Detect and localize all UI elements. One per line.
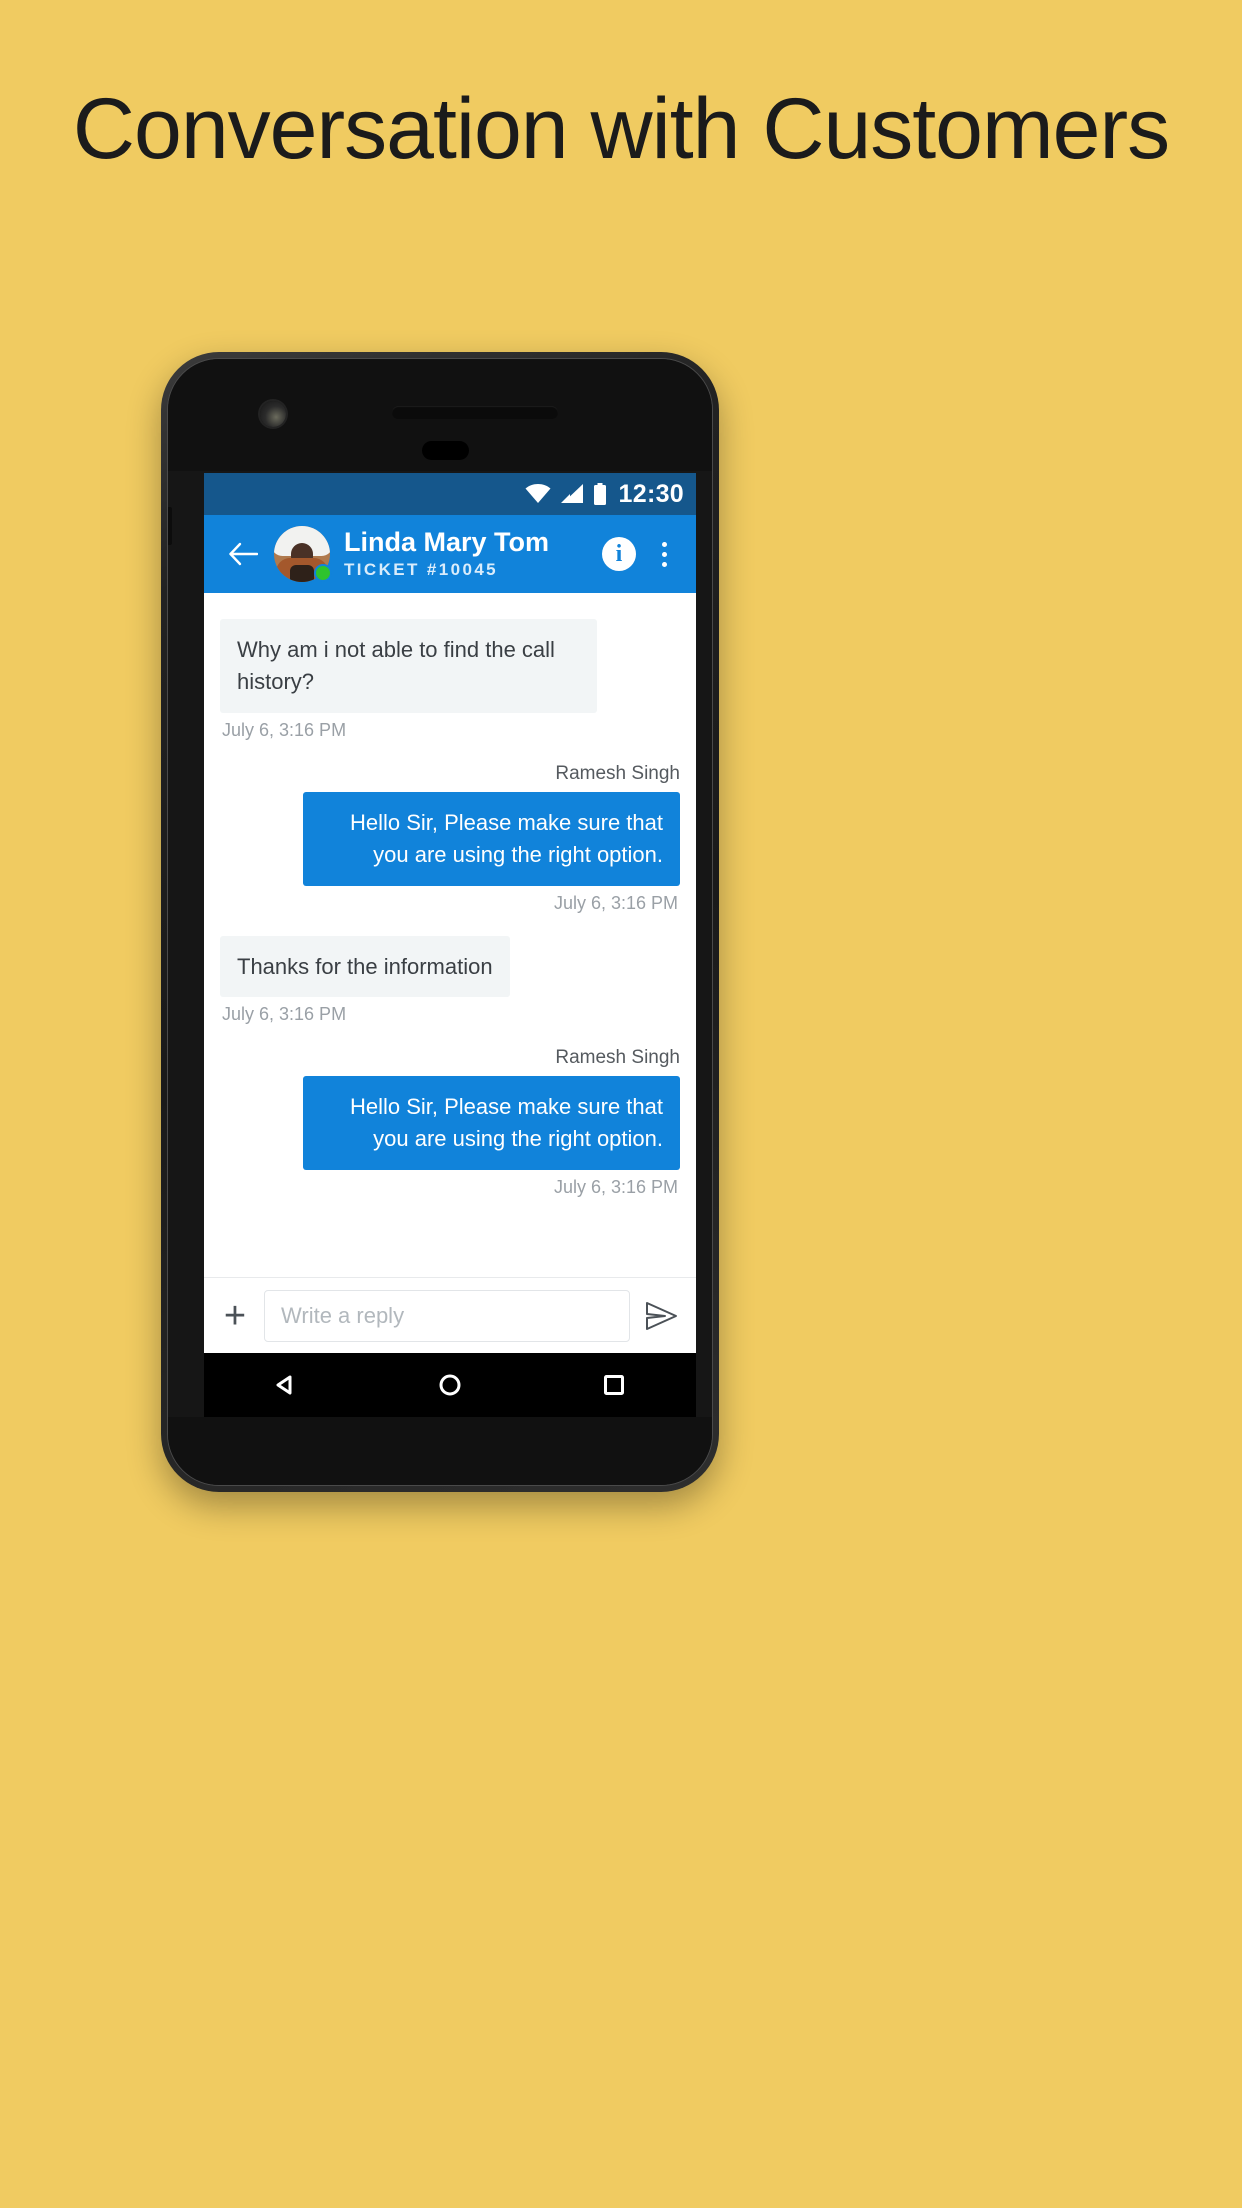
message-bubble-outgoing: Hello Sir, Please make sure that you are… <box>302 791 680 886</box>
send-icon <box>646 1301 677 1330</box>
message-timestamp: July 6, 3:16 PM <box>553 892 678 913</box>
earpiece-speaker <box>392 406 558 419</box>
wifi-icon <box>525 484 551 503</box>
message-item: Why am i not able to find the call histo… <box>220 619 680 713</box>
signal-icon <box>560 484 583 503</box>
ticket-id: TICKET #10045 <box>344 560 499 580</box>
circle-home-icon <box>439 1374 461 1396</box>
avatar-body-detail <box>290 565 314 582</box>
appbar-titles: Linda Mary Tom TICKET #10045 <box>344 526 602 581</box>
info-button[interactable]: i <box>602 537 636 571</box>
phone-top-bezel <box>168 359 712 471</box>
avatar[interactable] <box>274 526 332 582</box>
app-bar: Linda Mary Tom TICKET #10045 i <box>204 515 696 593</box>
message-align-right: Hello Sir, Please make sure that you are… <box>220 1076 680 1171</box>
message-item: Ramesh Singh Hello Sir, Please make sure… <box>220 763 680 886</box>
message-bubble-incoming: Why am i not able to find the call histo… <box>220 619 598 713</box>
android-nav-bar <box>204 1353 696 1417</box>
message-item: Thanks for the information <box>220 935 680 998</box>
phone-screen: 12:30 Linda Mary Tom TICKET #10045 i Why… <box>204 473 696 1353</box>
status-bar-time: 12:30 <box>618 479 684 508</box>
kebab-dot <box>661 561 667 567</box>
nav-recents-button[interactable] <box>599 1370 629 1400</box>
conversation-list[interactable]: Why am i not able to find the call histo… <box>204 593 696 1277</box>
send-button[interactable] <box>642 1296 682 1336</box>
kebab-dot <box>661 551 667 557</box>
nav-back-button[interactable] <box>271 1370 301 1400</box>
message-timestamp: July 6, 3:16 PM <box>222 719 347 740</box>
message-timestamp: July 6, 3:16 PM <box>222 1004 347 1025</box>
message-bubble-incoming: Thanks for the information <box>220 935 510 998</box>
status-bar: 12:30 <box>204 473 696 515</box>
contact-name: Linda Mary Tom <box>344 526 550 557</box>
battery-icon <box>593 483 606 505</box>
page-title: Conversation with Customers <box>72 81 1170 177</box>
overflow-menu-icon[interactable] <box>650 537 678 571</box>
triangle-back-icon <box>276 1375 292 1395</box>
message-composer: + <box>204 1277 696 1353</box>
message-bubble-outgoing: Hello Sir, Please make sure that you are… <box>302 1076 680 1171</box>
message-sender: Ramesh Singh <box>555 762 680 784</box>
message-align-right: Hello Sir, Please make sure that you are… <box>220 791 680 886</box>
phone-device-frame: 12:30 Linda Mary Tom TICKET #10045 i Why… <box>161 352 719 1492</box>
nav-home-button[interactable] <box>435 1370 465 1400</box>
reply-input[interactable] <box>264 1289 630 1342</box>
message-sender: Ramesh Singh <box>555 1047 680 1069</box>
back-arrow-icon <box>229 542 258 566</box>
phone-bottom-bezel <box>168 1417 712 1485</box>
kebab-dot <box>661 541 667 547</box>
online-status-dot <box>314 564 332 582</box>
message-item: Ramesh Singh Hello Sir, Please make sure… <box>220 1047 680 1171</box>
appbar-actions: i <box>602 537 678 571</box>
front-camera-icon <box>260 401 286 427</box>
square-recents-icon <box>604 1375 624 1395</box>
back-button[interactable] <box>222 533 264 575</box>
plus-icon[interactable]: + <box>218 1297 252 1335</box>
message-timestamp: July 6, 3:16 PM <box>553 1177 678 1198</box>
proximity-sensor <box>422 441 469 460</box>
side-button <box>168 507 172 545</box>
phone-body: 12:30 Linda Mary Tom TICKET #10045 i Why… <box>167 358 713 1486</box>
